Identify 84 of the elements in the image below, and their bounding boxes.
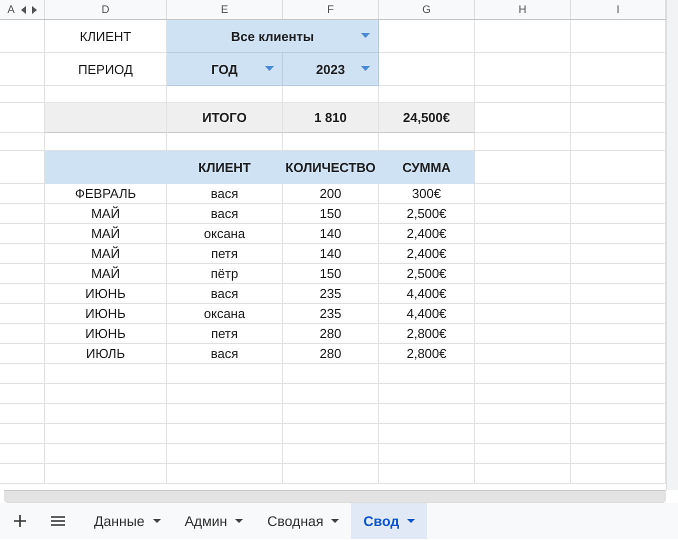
empty-cell: [0, 304, 45, 324]
table-cell: петя: [167, 324, 283, 344]
dropdown-caret-icon[interactable]: [361, 33, 370, 38]
empty-cell: [0, 384, 45, 404]
empty-cell: [0, 364, 45, 384]
total-sum: 24,500€: [379, 103, 475, 133]
table-cell: вася: [167, 204, 283, 224]
caret-icon: [407, 519, 416, 523]
empty-cell: [0, 324, 45, 344]
caret-icon: [331, 519, 340, 523]
column-heading: СУММА: [379, 151, 475, 184]
caret-icon: [152, 519, 161, 523]
table-cell: МАЙ: [45, 224, 167, 244]
table-cell: 2,800€: [379, 344, 475, 364]
scroll-left-icon[interactable]: [20, 6, 26, 14]
table-cell: 4,400€: [379, 304, 475, 324]
column-heading: КОЛИЧЕСТВО: [283, 151, 379, 184]
sheet-tab[interactable]: Админ: [172, 503, 256, 539]
column-header[interactable]: H: [475, 0, 571, 19]
empty-cell: [0, 204, 45, 224]
table-cell: 235: [283, 304, 379, 324]
empty-cell: [0, 53, 45, 86]
empty-cell: [0, 133, 45, 151]
sheet-tab[interactable]: Свод: [351, 503, 428, 539]
table-cell: 4,400€: [379, 284, 475, 304]
table-cell: петя: [167, 244, 283, 264]
empty-cell: [0, 264, 45, 284]
empty-cell: [0, 344, 45, 364]
total-label: ИТОГО: [167, 103, 283, 133]
table-cell: 2,400€: [379, 224, 475, 244]
table-cell: 280: [283, 344, 379, 364]
table-cell: 140: [283, 224, 379, 244]
plus-icon: [14, 515, 26, 527]
column-header[interactable]: A: [7, 4, 15, 16]
table-cell: вася: [167, 284, 283, 304]
caret-icon: [235, 519, 244, 523]
empty-cell: [0, 184, 45, 204]
table-cell: 235: [283, 284, 379, 304]
dropdown-cell[interactable]: Все клиенты: [167, 20, 379, 53]
table-cell: пётр: [167, 264, 283, 284]
empty-cell: [0, 244, 45, 264]
table-cell: ФЕВРАЛЬ: [45, 184, 167, 204]
dropdown-caret-icon[interactable]: [265, 66, 274, 71]
table-cell: оксана: [167, 224, 283, 244]
table-cell: 300€: [379, 184, 475, 204]
table-cell: ИЮЛЬ: [45, 344, 167, 364]
table-cell: 280: [283, 324, 379, 344]
scroll-right-icon[interactable]: [32, 6, 37, 14]
empty-cell: [0, 444, 45, 464]
column-header[interactable]: G: [379, 0, 475, 19]
table-cell: вася: [167, 344, 283, 364]
empty-cell: [0, 284, 45, 304]
empty-cell: [0, 424, 45, 444]
dropdown-caret-icon[interactable]: [361, 66, 370, 71]
table-cell: МАЙ: [45, 204, 167, 224]
table-cell: 140: [283, 244, 379, 264]
table-cell: ИЮНЬ: [45, 324, 167, 344]
empty-cell: [0, 224, 45, 244]
table-cell: вася: [167, 184, 283, 204]
table-cell: 2,400€: [379, 244, 475, 264]
menu-icon: [51, 516, 65, 526]
empty-cell: [0, 464, 45, 484]
table-cell: оксана: [167, 304, 283, 324]
column-header[interactable]: F: [283, 0, 379, 19]
column-header[interactable]: D: [45, 0, 167, 19]
dropdown-cell[interactable]: 2023: [283, 53, 379, 86]
table-cell: МАЙ: [45, 244, 167, 264]
total-quantity: 1 810: [283, 103, 379, 133]
table-cell: 200: [283, 184, 379, 204]
table-cell: МАЙ: [45, 264, 167, 284]
table-cell: 150: [283, 204, 379, 224]
table-cell: 2,500€: [379, 264, 475, 284]
table-cell: 150: [283, 264, 379, 284]
dropdown-cell[interactable]: ГОД: [167, 53, 283, 86]
table-cell: 2,500€: [379, 204, 475, 224]
table-cell: 2,800€: [379, 324, 475, 344]
table-cell: ИЮНЬ: [45, 304, 167, 324]
empty-cell: [0, 404, 45, 424]
empty-cell: [0, 86, 45, 103]
column-header[interactable]: E: [167, 0, 283, 19]
sheet-tab[interactable]: Сводная: [255, 503, 352, 539]
column-heading: КЛИЕНТ: [167, 151, 283, 184]
table-cell: ИЮНЬ: [45, 284, 167, 304]
sheet-tab[interactable]: Данные: [82, 503, 173, 539]
